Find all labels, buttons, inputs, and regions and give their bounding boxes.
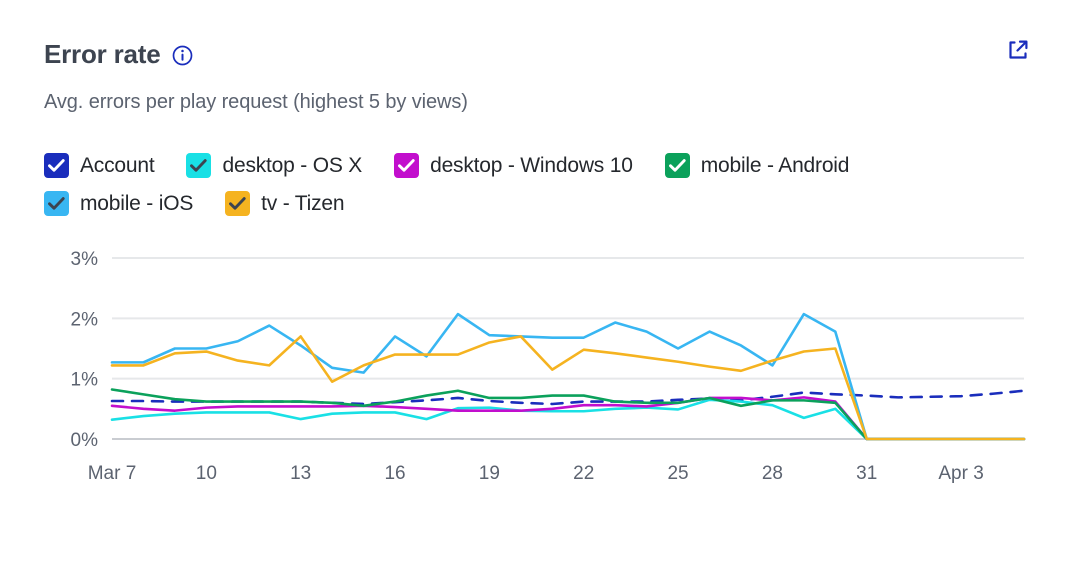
series-line-mobile-ios[interactable] [110, 312, 1026, 440]
legend-item-label: Account [80, 153, 155, 177]
chart-legend: Account desktop - OS X desktop - Windows 1… [44, 152, 1024, 218]
legend-checkbox-icon[interactable] [664, 153, 690, 179]
info-circle-icon[interactable] [172, 45, 193, 66]
legend-checkbox-icon[interactable] [394, 153, 420, 179]
x-axis-tick-label: 22 [573, 462, 595, 484]
x-axis-tick-label: 10 [195, 462, 217, 484]
card-header: Error rate [44, 40, 1032, 69]
y-axis-tick-label: 3% [71, 249, 99, 270]
chart-area: 0% 1% 2% 3% Mar 7 10 13 16 19 22 25 28 31 Apr 3 [44, 244, 1034, 494]
x-axis-labels: Mar 7 10 13 16 19 22 25 28 31 Apr 3 [44, 449, 1034, 489]
x-axis-tick-label: Apr 3 [938, 462, 984, 484]
x-axis-tick-label: 31 [856, 462, 878, 484]
legend-item-desktop-os-x[interactable]: desktop - OS X [186, 152, 362, 180]
x-axis-tick-label: 13 [290, 462, 312, 484]
share-export-button[interactable] [1004, 38, 1032, 66]
legend-item-account[interactable]: Account [44, 152, 155, 180]
error-rate-card: Error rate Avg. errors per play request … [0, 0, 1076, 583]
legend-checkbox-icon[interactable] [44, 153, 69, 179]
legend-item-mobile-android[interactable]: mobile - Android [664, 152, 850, 180]
x-axis-tick-label: 28 [761, 462, 783, 484]
y-axis-tick-label: 2% [71, 309, 99, 330]
y-axis-tick-label: 0% [71, 430, 99, 451]
x-axis-tick-label: Mar 7 [87, 462, 137, 484]
y-axis-tick-label: 1% [71, 369, 99, 390]
card-subtitle: Avg. errors per play request (highest 5 … [44, 90, 468, 113]
x-axis-tick-label: 16 [384, 462, 406, 484]
legend-item-label: desktop - Windows 10 [430, 153, 633, 177]
share-export-icon [1005, 37, 1031, 68]
legend-item-mobile-ios[interactable]: mobile - iOS [44, 190, 193, 218]
legend-item-label: mobile - iOS [80, 191, 194, 215]
legend-checkbox-icon[interactable] [186, 153, 212, 179]
legend-item-label: mobile - Android [700, 153, 850, 177]
legend-checkbox-icon[interactable] [225, 191, 251, 217]
title-group: Error rate [44, 40, 193, 69]
x-axis-tick-label: 19 [478, 462, 500, 484]
page-title: Error rate [44, 39, 161, 69]
series-line-mobile-android[interactable] [110, 387, 1026, 440]
x-axis-tick-label: 25 [667, 462, 689, 484]
legend-item-tv-tizen[interactable]: tv - Tizen [225, 190, 345, 218]
legend-item-desktop-windows-10[interactable]: desktop - Windows 10 [394, 152, 633, 180]
legend-item-label: tv - Tizen [261, 191, 345, 215]
series-line-desktop-windows-10[interactable] [110, 395, 1026, 440]
legend-checkbox-icon[interactable] [44, 191, 69, 217]
series-line-tv-tizen[interactable] [110, 334, 1026, 440]
legend-item-label: desktop - OS X [222, 153, 363, 177]
